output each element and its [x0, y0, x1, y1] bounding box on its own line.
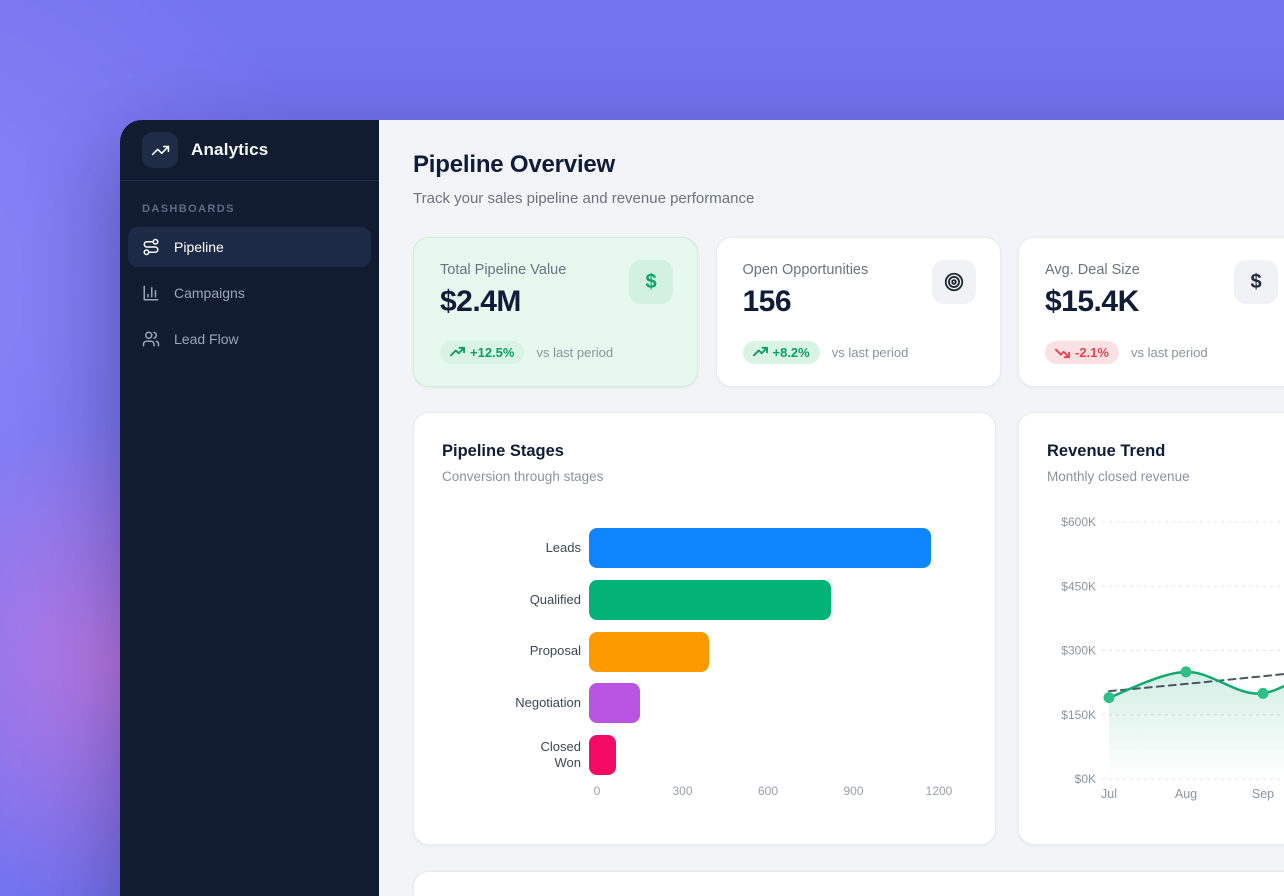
chart-subtitle: Monthly closed revenue: [1047, 469, 1190, 484]
app-logo: [142, 132, 178, 168]
revenue-area: [1109, 651, 1284, 780]
page-title: Pipeline Overview: [413, 151, 754, 179]
desktop-background: Analytics DASHBOARDS Pipeline: [0, 0, 1284, 896]
dollar-sign-icon: $: [1234, 260, 1278, 304]
bar-chart-icon: [142, 284, 160, 302]
x-axis-label: Aug: [1175, 787, 1197, 801]
bar-category-label: Closed Won: [442, 739, 589, 772]
chart-title: Pipeline Stages: [442, 442, 564, 461]
dollar-glyph: $: [1250, 271, 1261, 294]
delta-badge: +12.5%: [440, 341, 524, 364]
page-header: Pipeline Overview Track your sales pipel…: [413, 151, 754, 207]
sidebar-item-label: Pipeline: [174, 239, 224, 255]
y-axis-label: $300K: [1061, 644, 1096, 658]
bar-track: [589, 528, 967, 568]
revenue-trend-svg: $0K $150K $300K $450K $600K Jul Aug Sep: [1044, 510, 1284, 810]
trending-up-icon: [151, 141, 170, 160]
bar-leads[interactable]: [589, 528, 931, 568]
y-axis-label: $150K: [1061, 708, 1096, 722]
pipeline-stages-axis: 03006009001200: [597, 784, 939, 800]
revenue-point[interactable]: [1181, 666, 1192, 677]
kpi-meta: +8.2% vs last period: [743, 341, 909, 364]
bar-category-label: Negotiation: [442, 695, 589, 711]
bar-row: Qualified: [442, 580, 967, 620]
y-axis-label: $0K: [1075, 772, 1096, 786]
app-window: Analytics DASHBOARDS Pipeline: [120, 120, 1284, 896]
users-icon: [142, 330, 160, 348]
kpi-meta: -2.1% vs last period: [1045, 341, 1208, 364]
dollar-glyph: $: [645, 271, 656, 294]
revenue-point[interactable]: [1104, 692, 1115, 703]
kpi-card-total-pipeline-value: Total Pipeline Value $2.4M $ +12.5% vs l…: [413, 237, 698, 387]
bar-qualified[interactable]: [589, 580, 831, 620]
page-subtitle: Track your sales pipeline and revenue pe…: [413, 190, 754, 207]
dollar-sign-icon: $: [629, 260, 673, 304]
kpi-meta: +12.5% vs last period: [440, 341, 613, 364]
revenue-trend-card: Revenue Trend Monthly closed revenue $0K…: [1018, 412, 1284, 845]
chart-title: Revenue Trend: [1047, 442, 1165, 461]
trend-arrow-icon: [753, 345, 768, 360]
kpi-card-avg-deal-size: Avg. Deal Size $15.4K $ -2.1% vs last pe…: [1018, 237, 1284, 387]
bar-row: Leads: [442, 528, 967, 568]
x-axis-tick: 1200: [926, 784, 953, 798]
route-icon: [142, 238, 160, 256]
compare-label: vs last period: [1131, 345, 1208, 360]
revenue-point[interactable]: [1258, 688, 1269, 699]
bar-row: Negotiation: [442, 683, 967, 723]
x-axis-tick: 300: [672, 784, 692, 798]
sidebar-section-label: DASHBOARDS: [142, 203, 357, 215]
sidebar-item-lead-flow[interactable]: Lead Flow: [128, 319, 371, 359]
sidebar-item-campaigns[interactable]: Campaigns: [128, 273, 371, 313]
pipeline-stages-card: Pipeline Stages Conversion through stage…: [413, 412, 996, 845]
x-axis-tick: 600: [758, 784, 778, 798]
delta-badge: +8.2%: [743, 341, 820, 364]
target-icon: [932, 260, 976, 304]
delta-value: +12.5%: [470, 345, 514, 360]
bar-proposal[interactable]: [589, 632, 709, 672]
bottom-card: [413, 871, 1284, 896]
y-axis-label: $600K: [1061, 515, 1096, 529]
main-content: Pipeline Overview Track your sales pipel…: [379, 120, 1284, 896]
bar-row: Proposal: [442, 632, 967, 672]
sidebar-item-label: Lead Flow: [174, 331, 239, 347]
x-axis-label: Jul: [1101, 787, 1117, 801]
bar-closed-won[interactable]: [589, 735, 616, 775]
compare-label: vs last period: [832, 345, 909, 360]
bar-negotiation[interactable]: [589, 683, 640, 723]
delta-value: -2.1%: [1075, 345, 1109, 360]
pipeline-stages-rows: Leads Qualified Proposal Negotiation Closed …: [442, 528, 967, 787]
delta-value: +8.2%: [773, 345, 810, 360]
delta-badge: -2.1%: [1045, 341, 1119, 364]
trend-arrow-icon: [450, 345, 465, 360]
bar-track: [589, 735, 967, 775]
brand-name: Analytics: [191, 140, 268, 160]
bar-track: [589, 683, 967, 723]
bar-row: Closed Won: [442, 735, 967, 775]
sidebar-header: Analytics: [120, 120, 379, 181]
sidebar-item-pipeline[interactable]: Pipeline: [128, 227, 371, 267]
bar-category-label: Qualified: [442, 592, 589, 608]
compare-label: vs last period: [536, 345, 613, 360]
trend-arrow-icon: [1055, 345, 1070, 360]
x-axis-tick: 900: [843, 784, 863, 798]
bar-category-label: Proposal: [442, 643, 589, 659]
x-axis-tick: 0: [594, 784, 601, 798]
sidebar-item-label: Campaigns: [174, 285, 245, 301]
kpi-card-open-opportunities: Open Opportunities 156 +8.2% vs last per…: [716, 237, 1001, 387]
bar-track: [589, 632, 967, 672]
chart-subtitle: Conversion through stages: [442, 469, 603, 484]
y-axis-label: $450K: [1061, 579, 1096, 593]
sidebar-nav: Pipeline Campaigns: [120, 227, 379, 359]
kpi-row: Total Pipeline Value $2.4M $ +12.5% vs l…: [413, 237, 1284, 387]
x-axis-label: Sep: [1252, 787, 1274, 801]
bar-track: [589, 580, 967, 620]
sidebar: Analytics DASHBOARDS Pipeline: [120, 120, 379, 896]
bar-category-label: Leads: [442, 540, 589, 556]
